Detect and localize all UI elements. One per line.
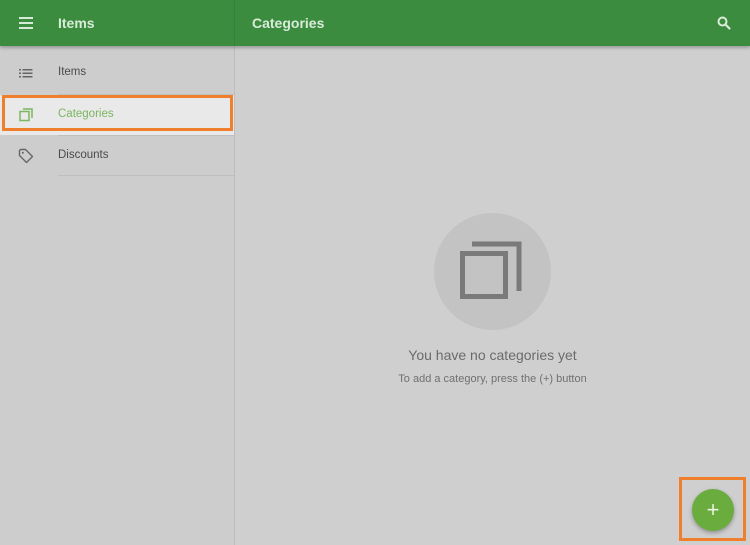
app-bar-nav-section: Items bbox=[0, 0, 235, 46]
tag-icon bbox=[18, 148, 34, 164]
sidebar-item-label: Items bbox=[58, 66, 87, 78]
divider bbox=[58, 175, 234, 176]
search-icon[interactable] bbox=[716, 15, 732, 31]
list-icon bbox=[18, 65, 34, 81]
sidebar-item-discounts[interactable]: Discounts bbox=[0, 136, 234, 176]
empty-state-title: You have no categories yet bbox=[408, 347, 577, 363]
sidebar-item-items[interactable]: Items bbox=[0, 53, 234, 93]
categories-icon bbox=[460, 241, 522, 299]
sidebar: Items Categories Discounts bbox=[0, 46, 235, 545]
sidebar-item-label: Discounts bbox=[58, 149, 109, 161]
page-title: Categories bbox=[252, 15, 325, 31]
empty-state-illustration bbox=[434, 213, 551, 330]
app-bar: Items Categories bbox=[0, 0, 750, 46]
categories-icon bbox=[18, 107, 34, 123]
sidebar-item-label: Categories bbox=[58, 108, 114, 120]
add-category-button[interactable]: + bbox=[692, 489, 734, 531]
sidebar-item-categories[interactable]: Categories bbox=[0, 95, 234, 135]
add-icon: + bbox=[706, 497, 720, 522]
hamburger-menu-icon[interactable] bbox=[19, 17, 33, 29]
empty-state-subtitle: To add a category, press the (+) button bbox=[398, 373, 587, 385]
nav-title: Items bbox=[58, 15, 95, 31]
